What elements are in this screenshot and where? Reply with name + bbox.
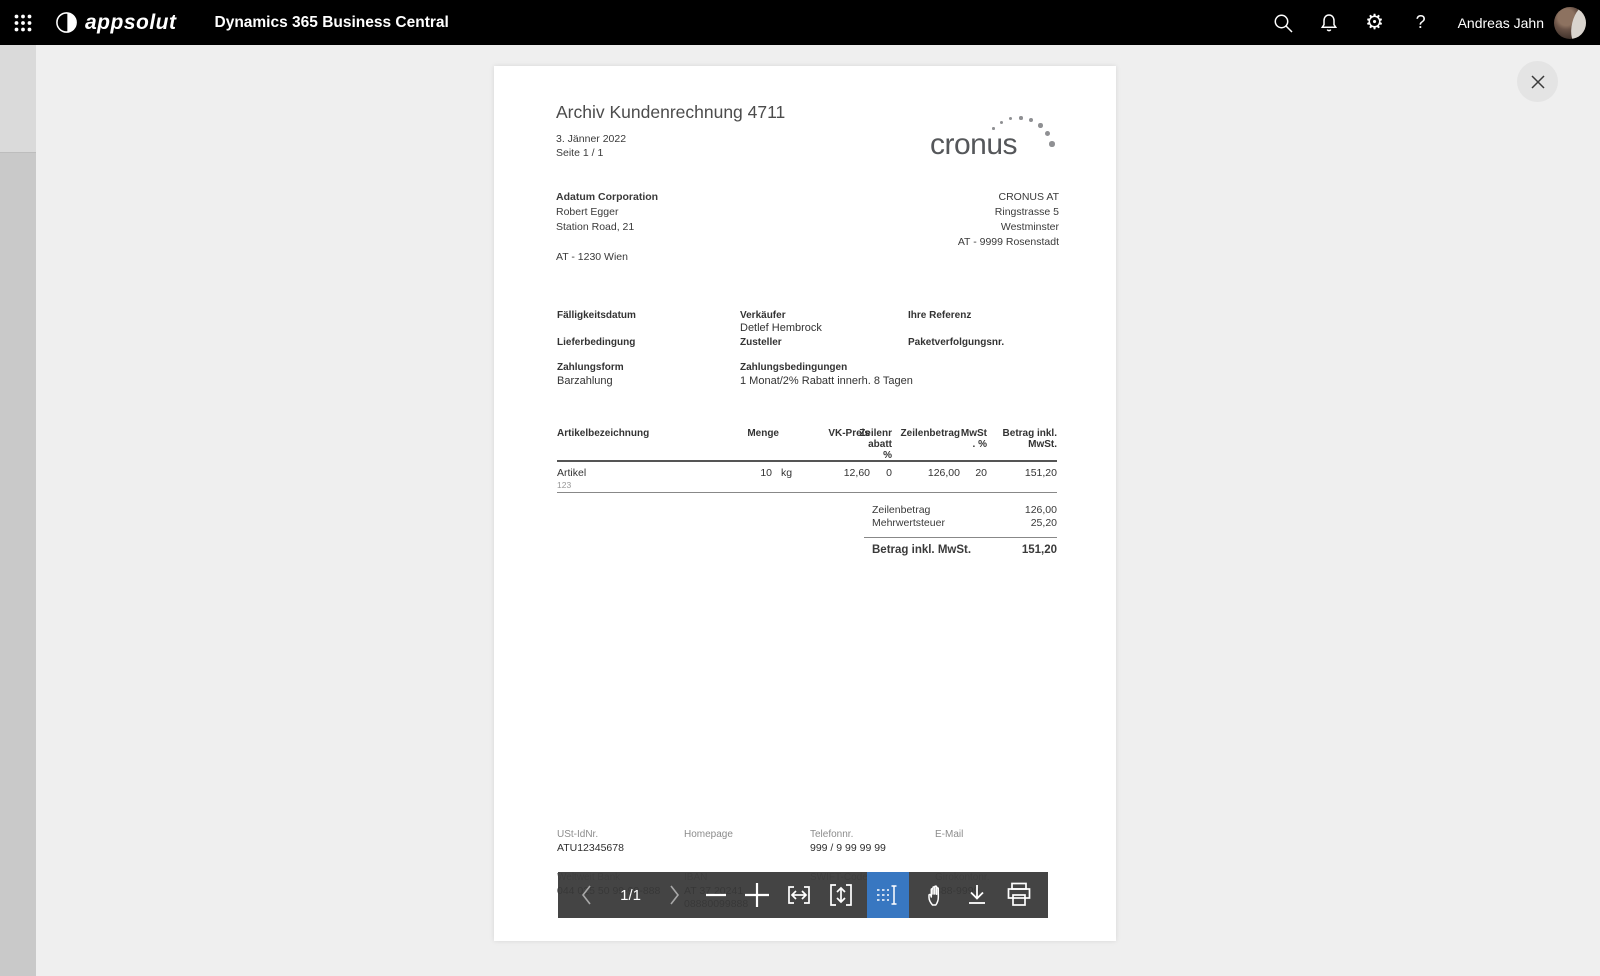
print-icon <box>1004 880 1034 910</box>
help-button[interactable]: ? <box>1398 0 1444 45</box>
pdf-viewer-toolbar: 1/1 <box>558 872 1048 918</box>
recipient-line: Station Road, 21 <box>556 220 658 235</box>
footer-label: Homepage <box>684 829 733 840</box>
item-discount: 0 <box>858 467 892 479</box>
fit-width-button[interactable] <box>784 872 814 918</box>
column-header-discount: Zeilenrabatt % <box>858 428 892 461</box>
search-icon <box>1271 11 1295 35</box>
notifications-button[interactable] <box>1306 0 1352 45</box>
app-title: Dynamics 365 Business Central <box>215 14 449 32</box>
totals-label: Zeilenbetrag <box>872 504 930 516</box>
search-button[interactable] <box>1260 0 1306 45</box>
zoom-in-button[interactable] <box>742 872 772 918</box>
close-icon <box>1527 71 1549 93</box>
help-icon: ? <box>1416 12 1426 33</box>
previous-page-button[interactable] <box>572 872 602 918</box>
sender-line: Ringstrasse 5 <box>958 205 1059 220</box>
item-total: 151,20 <box>991 467 1057 479</box>
sender-line: AT - 9999 Rosenstadt <box>958 235 1059 250</box>
footer-label: Telefonnr. <box>810 829 853 840</box>
chevron-right-icon <box>664 882 684 908</box>
totals-label: Mehrwertsteuer <box>872 517 945 529</box>
sender-line: Westminster <box>958 220 1059 235</box>
document-title: Archiv Kundenrechnung 4711 <box>556 102 785 123</box>
document-date: 3. Jänner 2022 <box>556 133 626 145</box>
field-label: Zahlungsform <box>557 362 624 373</box>
page-indicator: 1/1 <box>614 887 648 904</box>
item-vat: 20 <box>959 467 987 479</box>
column-header-qty: Menge <box>719 428 779 439</box>
recipient-line: AT - 1230 Wien <box>556 250 658 265</box>
field-value: 1 Monat/2% Rabatt innerh. 8 Tagen <box>740 375 913 387</box>
user-avatar[interactable] <box>1554 7 1586 39</box>
table-header-rule <box>557 460 1057 462</box>
column-header-amount: Zeilenbetrag <box>896 428 960 439</box>
column-header-description: Artikelbezeichnung <box>557 428 649 439</box>
print-button[interactable] <box>1004 872 1034 918</box>
item-description: Artikel <box>557 467 586 479</box>
recipient-line: Robert Egger <box>556 205 658 220</box>
field-label: Ihre Referenz <box>908 310 971 321</box>
footer-value: 999 / 9 99 99 99 <box>810 842 928 855</box>
sender-address: CRONUS AT Ringstrasse 5 Westminster AT -… <box>958 190 1059 250</box>
next-page-button[interactable] <box>659 872 689 918</box>
brand-logo: appsolut <box>54 10 177 35</box>
item-number: 123 <box>557 480 571 490</box>
table-row-rule <box>557 492 1057 493</box>
hand-icon <box>922 881 950 909</box>
field-label: Zahlungsbedingungen <box>740 362 847 373</box>
zoom-out-button[interactable] <box>701 872 731 918</box>
column-header-total: Betrag inkl. MwSt. <box>991 428 1057 450</box>
plus-icon <box>743 881 771 909</box>
select-text-icon <box>874 881 902 909</box>
settings-button[interactable]: ⚙ <box>1352 0 1398 45</box>
chevron-left-icon <box>577 882 597 908</box>
select-text-button[interactable] <box>867 872 909 918</box>
grand-total-label: Betrag inkl. MwSt. <box>872 544 971 556</box>
download-button[interactable] <box>962 872 992 918</box>
grand-total-value: 151,20 <box>977 544 1057 556</box>
field-label: Lieferbedingung <box>557 337 635 348</box>
fit-height-button[interactable] <box>826 872 856 918</box>
field-value: Detlef Hembrock <box>740 322 822 334</box>
bell-icon <box>1317 11 1341 35</box>
appsolut-logo-icon <box>54 10 79 35</box>
app-launcher-button[interactable] <box>0 0 46 45</box>
cronus-logo: cronus <box>930 106 1064 168</box>
fit-width-icon <box>785 881 813 909</box>
download-icon <box>963 881 991 909</box>
item-qty: 10 <box>732 467 772 479</box>
footer-label: E-Mail <box>935 829 963 840</box>
pan-tool-button[interactable] <box>921 872 951 918</box>
background-panel-edge <box>0 45 36 976</box>
user-name[interactable]: Andreas Jahn <box>1458 15 1544 31</box>
field-label: Verkäufer <box>740 310 786 321</box>
sender-line: CRONUS AT <box>958 190 1059 205</box>
item-amount: 126,00 <box>896 467 960 479</box>
gear-icon: ⚙ <box>1365 12 1384 33</box>
cronus-logo-text: cronus <box>930 128 1017 162</box>
minus-icon <box>704 883 728 907</box>
recipient-address: Adatum Corporation Robert Egger Station … <box>556 190 658 265</box>
document-page-number: Seite 1 / 1 <box>556 147 603 159</box>
totals-value: 25,20 <box>987 517 1057 529</box>
top-navigation-bar: appsolut Dynamics 365 Business Central ⚙… <box>0 0 1600 45</box>
invoice-document-page: Archiv Kundenrechnung 4711 3. Jänner 202… <box>494 66 1116 941</box>
brand-name: appsolut <box>85 11 177 35</box>
column-header-vat: MwSt. % <box>959 428 987 450</box>
background-panel-top <box>0 45 36 153</box>
close-preview-button[interactable] <box>1517 61 1558 102</box>
field-value: Barzahlung <box>557 375 613 387</box>
item-uom: kg <box>781 467 792 479</box>
totals-rule <box>864 537 1057 538</box>
footer-label: USt-IdNr. <box>557 829 598 840</box>
footer-value: ATU12345678 <box>557 842 675 855</box>
totals-value: 126,00 <box>987 504 1057 516</box>
fit-height-icon <box>827 881 855 909</box>
field-label: Zusteller <box>740 337 782 348</box>
recipient-name: Adatum Corporation <box>556 190 658 205</box>
field-label: Paketverfolgungsnr. <box>908 337 1004 348</box>
waffle-icon <box>14 14 32 32</box>
field-label: Fälligkeitsdatum <box>557 310 636 321</box>
